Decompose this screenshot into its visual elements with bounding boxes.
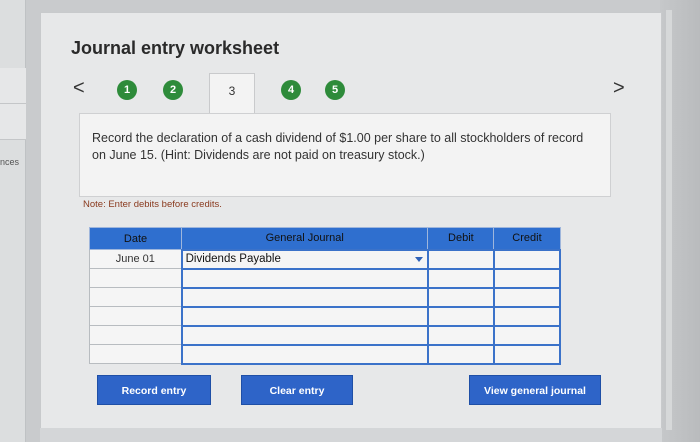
table-row [88,343,562,365]
account-column-header: General Journal [181,227,429,250]
step-5-button[interactable]: 5 [325,80,345,100]
date-cell: June 01 [88,249,183,269]
account-select[interactable] [180,305,429,327]
credit-input[interactable] [492,343,562,365]
step-3-tab-active[interactable]: 3 [209,73,255,113]
table-row: June 01 Dividends Payable [88,248,562,270]
bottom-bar [40,428,662,442]
credit-input[interactable] [492,248,562,270]
debit-input[interactable] [426,305,495,327]
journal-table: Date General Journal Debit Credit June 0… [88,227,562,365]
worksheet-panel: Journal entry worksheet < 1 2 3 4 5 > Re… [40,12,662,432]
debit-input[interactable] [426,324,495,346]
date-cell [88,325,183,345]
note-text: Note: Enter debits before credits. [83,199,222,210]
view-general-journal-button[interactable]: View general journal [469,375,601,405]
background-label: nces [0,157,20,167]
date-cell [88,268,183,288]
background-app-strip: nces [0,0,26,442]
step-2-button[interactable]: 2 [163,80,183,100]
debit-input[interactable] [426,286,495,308]
date-column-header: Date [88,227,183,250]
account-select[interactable] [180,286,429,308]
date-cell [88,306,183,326]
credit-input[interactable] [492,324,562,346]
credit-input[interactable] [492,305,562,327]
account-select[interactable] [180,324,429,346]
chevron-down-icon[interactable] [414,256,423,262]
table-row [88,305,562,327]
account-select[interactable] [180,267,429,289]
page-title: Journal entry worksheet [71,38,280,58]
debit-input[interactable] [426,343,495,365]
account-select[interactable]: Dividends Payable [180,248,429,270]
prev-step-button[interactable]: < [73,77,85,100]
account-value: Dividends Payable [185,253,281,265]
credit-input[interactable] [492,286,562,308]
table-row [88,324,562,346]
step-4-button[interactable]: 4 [281,80,301,100]
background-cell [0,104,26,140]
debit-input[interactable] [426,248,495,270]
step-1-button[interactable]: 1 [117,80,137,100]
credit-column-header: Credit [493,227,561,250]
next-step-button[interactable]: > [613,77,625,100]
table-row [88,267,562,289]
instruction-box: Record the declaration of a cash dividen… [79,113,611,197]
debit-input[interactable] [426,267,495,289]
table-row [88,286,562,308]
scrollbar[interactable] [666,10,672,430]
account-select[interactable] [180,343,429,365]
date-cell [88,287,183,307]
debit-column-header: Debit [427,227,495,250]
date-cell [88,344,183,364]
credit-input[interactable] [492,267,562,289]
clear-entry-button[interactable]: Clear entry [241,375,353,405]
background-cell [0,68,26,104]
record-entry-button[interactable]: Record entry [97,375,211,405]
